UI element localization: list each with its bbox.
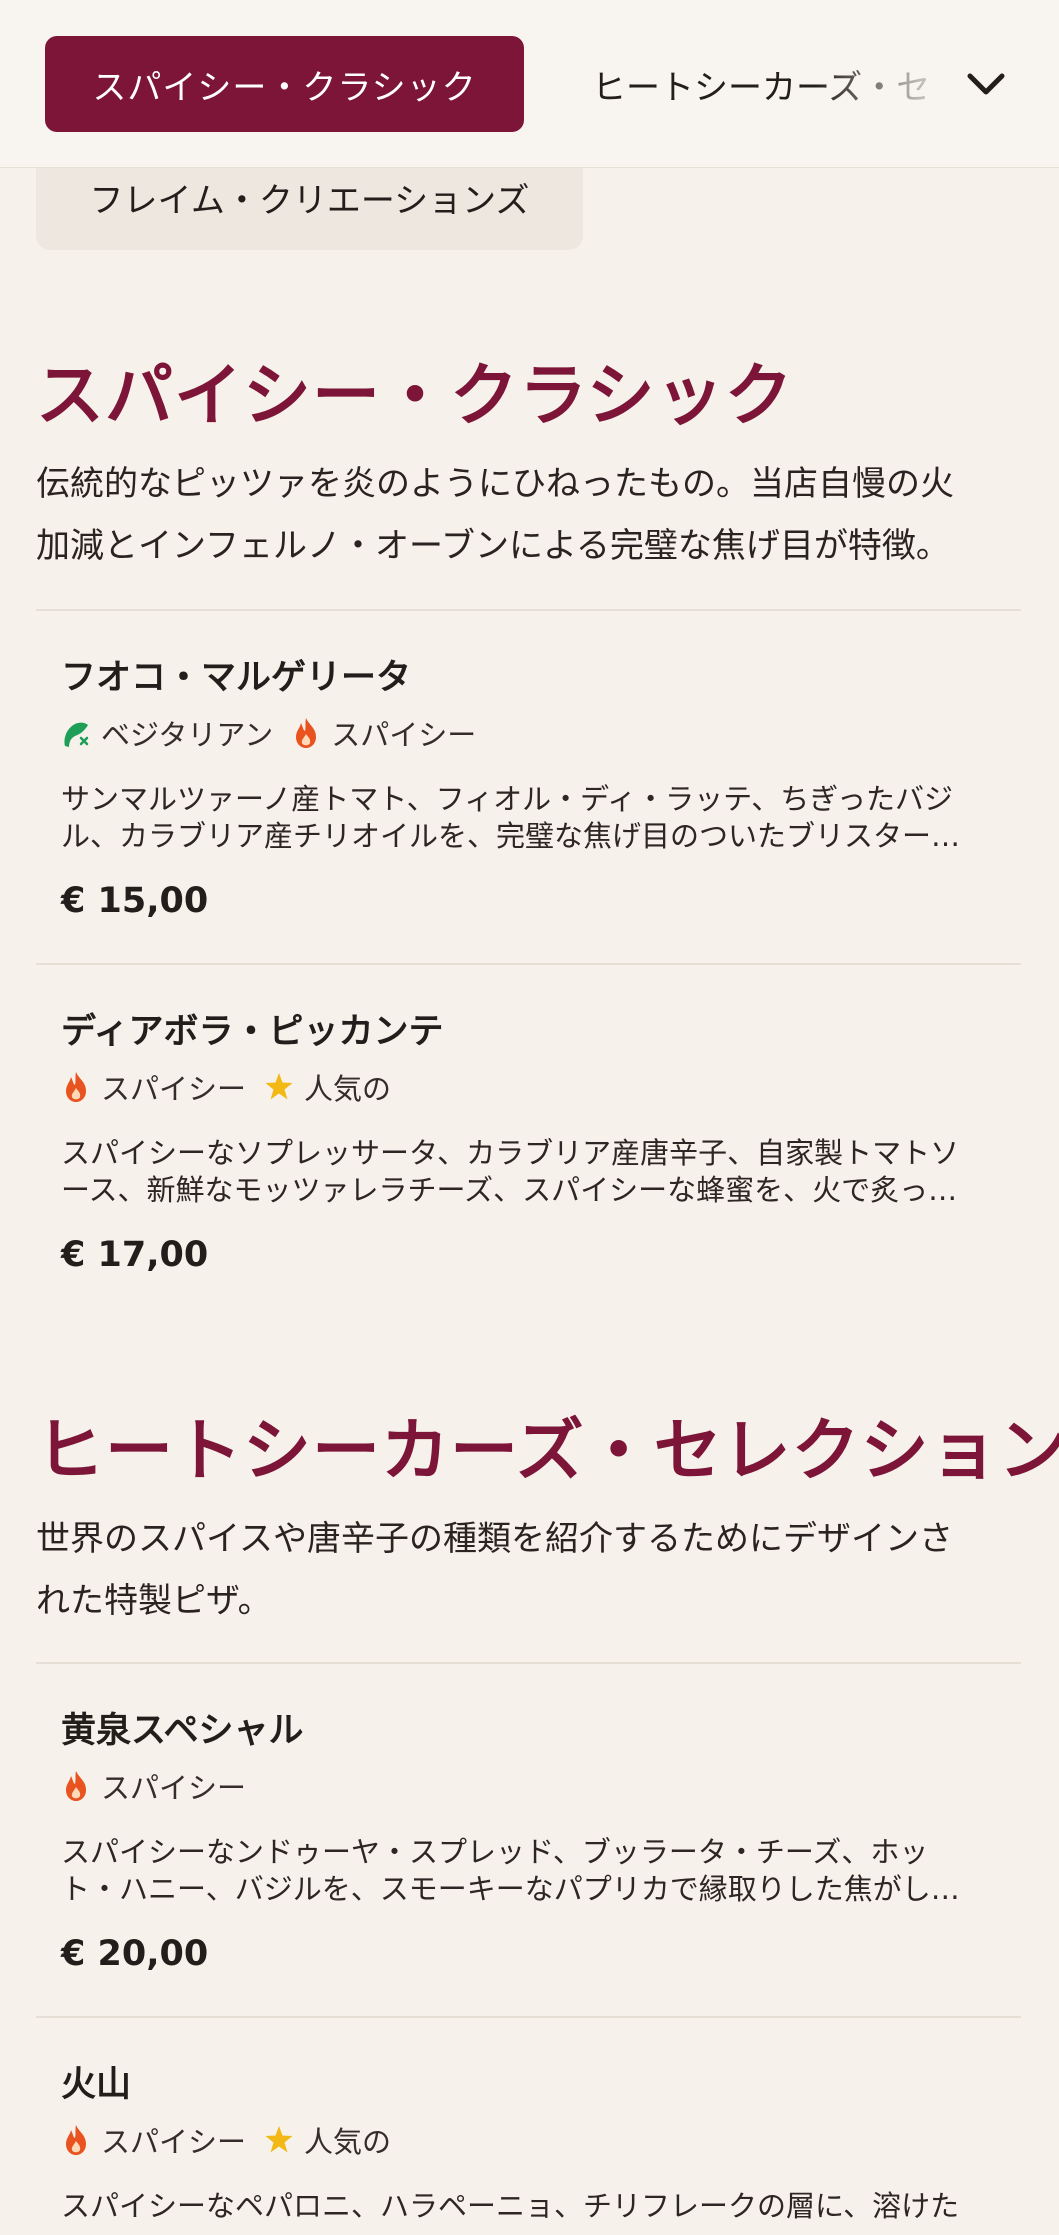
flame-icon [66,1072,86,1102]
tag-label: スパイシー [101,2125,247,2159]
section-description: 世界のスパイスや唐辛子の種類を紹介するためにデザインさ れた特製ピザ。 [36,1508,1021,1632]
item-description: スパイシーなソプレッサータ、カラブリア産唐辛子、自家製トマトソ ース、新鮮なモッ… [61,1135,996,1209]
section-description-line: 伝統的なピッツァを炎のようにひねったもの。当店自慢の火 [36,464,954,504]
flame-icon [296,718,317,748]
item-tags: スパイシー [61,1766,264,1806]
section-description-line: れた特製ピザ。 [36,1581,272,1621]
tag-label: スパイシー [101,1072,247,1106]
vegetarian-icon [64,722,89,747]
flame-icon [66,1771,86,1801]
tag-label: スパイシー [101,1771,247,1805]
item-name: 火山 [61,2065,132,2105]
section-spicy-classics: スパイシー・クラシック 伝統的なピッツァを炎のようにひねったもの。当店自慢の火 … [36,340,1021,577]
item-tags: ベジタリアン スパイシー [61,713,494,753]
tag-label: 人気の [304,1072,392,1106]
item-name: フオコ・マルゲリータ [61,658,412,698]
category-nav-bar: スパイシー・クラシック ヒートシーカーズ・セ [0,0,1059,168]
menu-item[interactable]: ディアボラ・ピッカンテ スパイシー 人気の スパイシーなソプレッサータ、カラブリ… [36,963,1021,1317]
tag-spicy: スパイシー [291,712,476,754]
section-description-line: 加減とインフェルノ・オーブンによる完璧な焦げ目が特徴。 [36,526,950,566]
tag-spicy: スパイシー [61,1066,246,1108]
item-description-line: スパイシーなペパロニ、ハラペーニョ、チリフレークの層に、溶けた [61,2189,960,2223]
item-description: スパイシーなペパロニ、ハラペーニョ、チリフレークの層に、溶けた [61,2188,996,2235]
item-description-line: サンマルツァーノ産トマト、フィオル・ディ・ラッテ、ちぎったバジ [61,782,954,816]
item-name: 黄泉スペシャル [61,1711,304,1751]
category-tab-next[interactable]: ヒートシーカーズ・セ [592,36,952,132]
menu-item[interactable]: 黄泉スペシャル スパイシー スパイシーなンドゥーヤ・スプレッド、ブッラータ・チー… [36,1662,1021,2016]
section-title: スパイシー・クラシック [36,357,794,436]
item-description-line: ース、新鮮なモッツァレラチーズ、スパイシーな蜂蜜を、火で炙っ… [61,1173,958,1207]
tag-vegetarian: ベジタリアン [61,712,273,754]
category-tab-active[interactable]: スパイシー・クラシック [45,36,524,132]
item-description-line: スパイシーなンドゥーヤ・スプレッド、ブッラータ・チーズ、ホッ [61,1835,929,1869]
tag-popular: 人気の [264,2119,391,2161]
chevron-down-icon[interactable] [962,60,1010,108]
tag-label: スパイシー [331,718,477,752]
tag-popular: 人気の [264,1066,391,1108]
item-name: ディアボラ・ピッカンテ [61,1012,444,1052]
item-tags: スパイシー 人気の [61,2120,409,2160]
item-price: € 20,00 [61,1934,209,1974]
tag-spicy: スパイシー [61,1765,246,1807]
tag-label: ベジタリアン [101,718,274,752]
section-description-line: 世界のスパイスや唐辛子の種類を紹介するためにデザインさ [36,1519,953,1559]
tag-label: 人気の [304,2125,392,2159]
item-description-line: ト・ハニー、バジルを、スモーキーなパプリカで縁取りした焦がし… [61,1872,960,1906]
flame-icon [66,2125,86,2155]
item-description: サンマルツァーノ産トマト、フィオル・ディ・ラッテ、ちぎったバジ ル、カラブリア産… [61,781,996,855]
item-description-line: ル、カラブリア産チリオイルを、完璧な焦げ目のついたブリスター… [61,819,961,853]
star-icon [265,1073,293,1100]
menu-page: スパイシー・クラシック ヒートシーカーズ・セ フレイム・クリエーションズ スパイ… [0,0,1059,2235]
section-title: ヒートシーカーズ・セレクション [36,1412,1059,1491]
section-description: 伝統的なピッツァを炎のようにひねったもの。当店自慢の火 加減とインフェルノ・オー… [36,453,1021,577]
tag-spicy: スパイシー [61,2119,246,2161]
item-description: スパイシーなンドゥーヤ・スプレッド、ブッラータ・チーズ、ホッ ト・ハニー、バジル… [61,1834,996,1908]
item-price: € 17,00 [61,1235,209,1275]
menu-item[interactable]: 火山 スパイシー 人気の スパイシーなペパロニ、ハラペーニョ、チリフレークの層に… [36,2016,1021,2235]
star-icon [265,2126,293,2153]
item-price: € 15,00 [61,881,209,921]
item-tags: スパイシー 人気の [61,1067,409,1107]
menu-item[interactable]: フオコ・マルゲリータ ベジタリアン スパイシー サンマルツァーノ産トマト、フィオ… [36,609,1021,963]
chevron-down-icon-graphic [967,73,1005,95]
item-description-line: スパイシーなソプレッサータ、カラブリア産唐辛子、自家製トマトソ [61,1136,960,1170]
section-heat-seekers: ヒートシーカーズ・セレクション 世界のスパイスや唐辛子の種類を紹介するためにデザ… [36,1395,1059,1632]
